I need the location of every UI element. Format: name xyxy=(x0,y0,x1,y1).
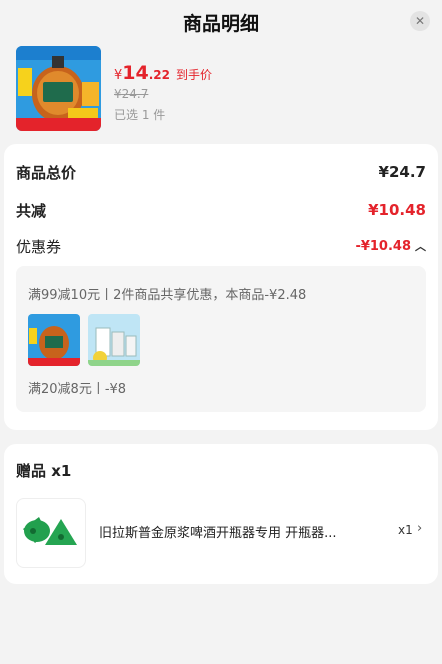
discount-row: 共减 ¥10.48 xyxy=(16,198,426,222)
header-bar: 商品明细 ✕ xyxy=(0,0,442,42)
coupon-product-thumb-2[interactable] xyxy=(88,314,140,366)
chevron-up-icon[interactable]: ︿ xyxy=(415,238,426,254)
page-title: 商品明细 xyxy=(182,13,259,35)
gift-name[interactable]: 旧拉斯普金原浆啤酒开瓶器专用 开瓶器... xyxy=(99,522,374,541)
deal-price: ¥14.22 到手价 xyxy=(114,62,212,84)
price-integer: 14 xyxy=(122,62,149,84)
price-tag: 到手价 xyxy=(176,68,213,82)
total-value: ¥24.7 xyxy=(378,163,426,181)
product-image[interactable] xyxy=(16,46,101,131)
product-section: ¥14.22 到手价 ¥24.7 已选 1 件 xyxy=(0,42,442,140)
coupon-label: 优惠券 xyxy=(16,237,62,256)
price-decimal: .22 xyxy=(148,68,170,82)
chevron-right-icon[interactable]: › xyxy=(417,521,422,536)
gift-card: 赠品 x1 旧拉斯普金原浆啤酒开瓶器专用 开瓶器... x1 › xyxy=(4,444,438,584)
price-summary-card: 商品总价 ¥24.7 共减 ¥10.48 优惠券 -¥10.48 ︿ 满99减1… xyxy=(4,144,438,430)
close-icon[interactable]: ✕ xyxy=(410,11,430,31)
total-row: 商品总价 ¥24.7 xyxy=(16,160,426,184)
coupon-value: -¥10.48 xyxy=(355,238,411,254)
gift-image[interactable] xyxy=(16,498,86,568)
gift-quantity: x1 xyxy=(398,523,413,537)
coupon-line-1: 满99减10元丨2件商品共享优惠，本商品-¥2.48 xyxy=(28,288,307,303)
discount-label: 共减 xyxy=(16,201,47,220)
coupon-product-thumb-1[interactable] xyxy=(28,314,80,366)
total-label: 商品总价 xyxy=(16,163,77,182)
gift-title: 赠品 x1 xyxy=(16,462,72,480)
coupon-detail-panel: 满99减10元丨2件商品共享优惠，本商品-¥2.48 满20减8元丨-¥8 xyxy=(16,266,426,412)
coupon-line-2: 满20减8元丨-¥8 xyxy=(28,382,127,397)
selected-count: 已选 1 件 xyxy=(114,108,166,122)
original-price: ¥24.7 xyxy=(114,87,149,101)
coupon-row[interactable]: 优惠券 -¥10.48 ︿ xyxy=(16,234,426,258)
discount-value: ¥10.48 xyxy=(368,201,426,219)
coupon-toggle[interactable]: -¥10.48 ︿ xyxy=(355,238,426,254)
